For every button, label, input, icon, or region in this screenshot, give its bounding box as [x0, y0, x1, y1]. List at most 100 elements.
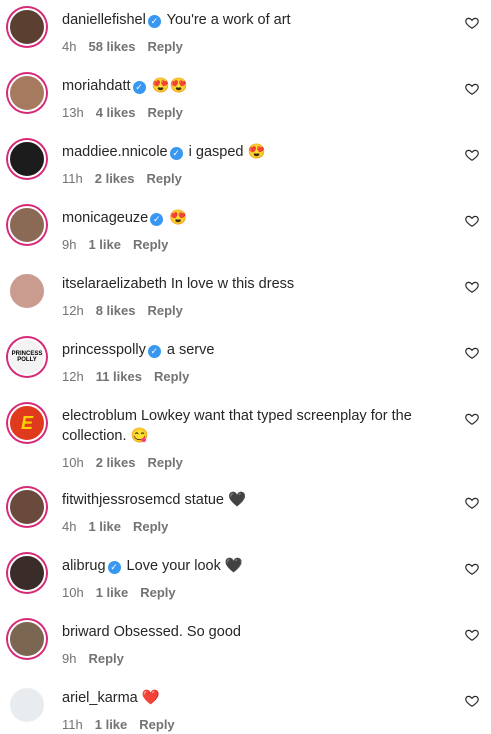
reply-button[interactable]: Reply: [140, 585, 175, 600]
heart-outline-icon[interactable]: [465, 214, 479, 228]
comment-meta: 4h 1 like Reply: [62, 519, 441, 534]
avatar[interactable]: [8, 554, 46, 592]
comment-meta: 10h 1 like Reply: [62, 585, 441, 600]
username-link[interactable]: daniellefishel: [62, 12, 146, 28]
comment-body: i gasped 😍: [184, 144, 266, 160]
username-link[interactable]: alibrug: [62, 558, 106, 574]
comment-body: ❤️: [141, 690, 160, 706]
reply-button[interactable]: Reply: [133, 519, 168, 534]
like-count-button[interactable]: 2 likes: [95, 171, 135, 186]
like-count-button[interactable]: 1 like: [88, 237, 121, 252]
comment-row: moriahdatt ✓ 😍😍 13h 4 likes Reply: [0, 74, 491, 120]
comment-row: itselaraelizabeth In love w this dress 12…: [0, 272, 491, 318]
heart-outline-icon[interactable]: [465, 628, 479, 642]
reply-button[interactable]: Reply: [133, 237, 168, 252]
like-count-button[interactable]: 1 like: [96, 585, 129, 600]
comment-timestamp: 9h: [62, 651, 77, 666]
avatar-logo-text: PRINCESS POLLY: [11, 351, 43, 363]
reply-button[interactable]: Reply: [147, 303, 182, 318]
comment-row: monicageuze ✓ 😍 9h 1 like Reply: [0, 206, 491, 252]
username-link[interactable]: ariel_karma: [62, 690, 138, 706]
comment-text-line: ariel_karma ❤️: [62, 686, 441, 708]
comment-text-line: daniellefishel ✓ You're a work of art: [62, 8, 441, 30]
like-count-button[interactable]: 1 like: [88, 519, 121, 534]
comment-text-line: electroblum Lowkey want that typed scree…: [62, 404, 441, 446]
heart-outline-icon[interactable]: [465, 16, 479, 30]
reply-button[interactable]: Reply: [147, 171, 182, 186]
avatar[interactable]: [8, 488, 46, 526]
username-link[interactable]: fitwithjessrosemcd: [62, 492, 180, 508]
heart-outline-icon[interactable]: [465, 82, 479, 96]
heart-outline-icon[interactable]: [465, 562, 479, 576]
comment-row: maddiee.nnicole ✓ i gasped 😍 11h 2 likes Rep…: [0, 140, 491, 186]
comment-text-line: itselaraelizabeth In love w this dress: [62, 272, 441, 294]
username-link[interactable]: electroblum: [62, 408, 137, 424]
comment-meta: 9h Reply: [62, 651, 441, 666]
avatar[interactable]: [8, 140, 46, 178]
avatar[interactable]: E: [8, 404, 46, 442]
avatar-logo-text: E: [20, 412, 33, 433]
avatar[interactable]: [8, 272, 46, 310]
comment-timestamp: 4h: [62, 39, 77, 54]
comment-meta: 9h 1 like Reply: [62, 237, 441, 252]
comment-body: In love w this dress: [170, 276, 295, 292]
comment-text-line: briward Obsessed. So good: [62, 620, 441, 642]
comment-meta: 11h 2 likes Reply: [62, 171, 441, 186]
comment-row: Eelectroblum Lowkey want that typed scre…: [0, 404, 491, 470]
like-count-button[interactable]: 11 likes: [96, 369, 142, 384]
comment-timestamp: 10h: [62, 455, 84, 470]
like-count-button[interactable]: 8 likes: [96, 303, 136, 318]
comment-text-line: moriahdatt ✓ 😍😍: [62, 74, 441, 96]
reply-button[interactable]: Reply: [147, 105, 182, 120]
verified-badge-icon: ✓: [147, 15, 161, 28]
comment-timestamp: 11h: [62, 171, 83, 186]
heart-outline-icon[interactable]: [465, 148, 479, 162]
comment-meta: 10h 2 likes Reply: [62, 455, 441, 470]
verified-badge-icon: ✓: [150, 213, 164, 226]
avatar[interactable]: PRINCESS POLLY: [8, 338, 46, 376]
reply-button[interactable]: Reply: [147, 39, 182, 54]
comment-meta: 13h 4 likes Reply: [62, 105, 441, 120]
avatar[interactable]: [8, 620, 46, 658]
comment-meta: 12h 8 likes Reply: [62, 303, 441, 318]
comment-text-line: alibrug ✓ Love your look 🖤: [62, 554, 441, 576]
comment-body: Love your look 🖤: [122, 558, 243, 574]
username-link[interactable]: briward: [62, 624, 110, 640]
verified-badge-icon: ✓: [132, 81, 146, 94]
heart-outline-icon[interactable]: [465, 694, 479, 708]
comment-body: statue 🖤: [184, 492, 247, 508]
comment-timestamp: 4h: [62, 519, 77, 534]
comment-row: fitwithjessrosemcd statue 🖤 4h 1 like Reply: [0, 488, 491, 534]
comment-text-line: monicageuze ✓ 😍: [62, 206, 441, 228]
username-link[interactable]: monicageuze: [62, 210, 148, 226]
heart-outline-icon[interactable]: [465, 496, 479, 510]
like-count-button[interactable]: 1 like: [95, 717, 128, 732]
comment-timestamp: 11h: [62, 717, 83, 732]
reply-button[interactable]: Reply: [154, 369, 189, 384]
username-link[interactable]: itselaraelizabeth: [62, 276, 167, 292]
heart-outline-icon[interactable]: [465, 346, 479, 360]
heart-outline-icon[interactable]: [465, 412, 479, 426]
username-link[interactable]: moriahdatt: [62, 78, 131, 94]
like-count-button[interactable]: 4 likes: [96, 105, 136, 120]
username-link[interactable]: princesspolly: [62, 342, 146, 358]
comment-body: a serve: [162, 342, 215, 358]
avatar[interactable]: [8, 74, 46, 112]
comment-timestamp: 9h: [62, 237, 77, 252]
comment-timestamp: 12h: [62, 369, 84, 384]
avatar[interactable]: [8, 8, 46, 46]
comment-body: 😍😍: [147, 78, 188, 94]
like-count-button[interactable]: 58 likes: [88, 39, 135, 54]
avatar[interactable]: [8, 206, 46, 244]
like-count-button[interactable]: 2 likes: [96, 455, 136, 470]
heart-outline-icon[interactable]: [465, 280, 479, 294]
comment-meta: 12h 11 likes Reply: [62, 369, 441, 384]
username-link[interactable]: maddiee.nnicole: [62, 144, 168, 160]
comment-row: PRINCESS POLLY princesspolly ✓ a serve 12h 1…: [0, 338, 491, 384]
verified-badge-icon: ✓: [107, 561, 121, 574]
comment-text-line: fitwithjessrosemcd statue 🖤: [62, 488, 441, 510]
reply-button[interactable]: Reply: [147, 455, 182, 470]
reply-button[interactable]: Reply: [88, 651, 123, 666]
avatar[interactable]: [8, 686, 46, 724]
reply-button[interactable]: Reply: [139, 717, 174, 732]
